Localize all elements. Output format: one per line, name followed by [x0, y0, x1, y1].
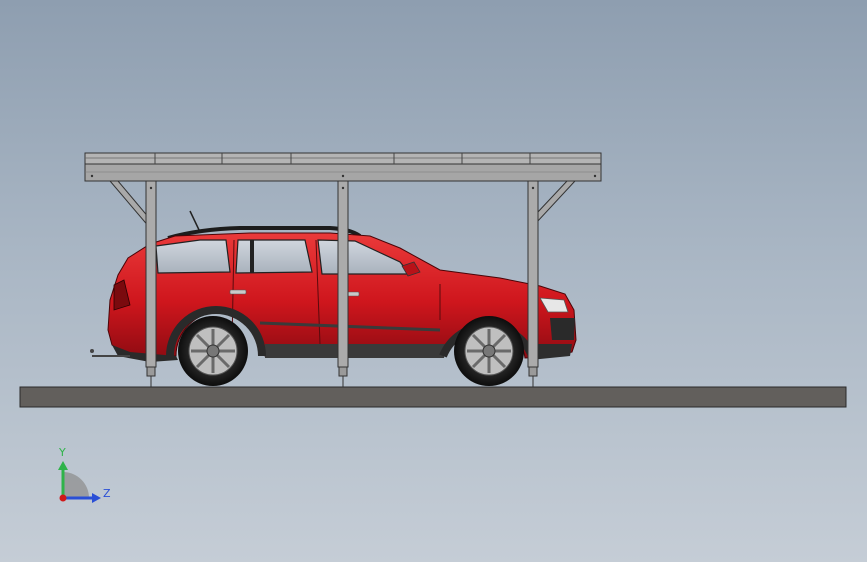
z-axis-label: Z [103, 487, 111, 500]
carport-model-view[interactable]: Y Z [0, 0, 867, 562]
red-station-wagon [90, 210, 577, 386]
ground-slab [19, 386, 847, 408]
coordinate-triad[interactable]: Y Z [58, 446, 111, 503]
rear-wheel [178, 316, 248, 386]
triad-origin [59, 494, 67, 502]
front-wheel [454, 316, 524, 386]
carport-roof [84, 152, 602, 182]
triad-quadrant [63, 472, 89, 498]
cad-graphics-viewport[interactable]: Y Z [0, 0, 867, 562]
y-axis-label: Y [58, 446, 66, 459]
